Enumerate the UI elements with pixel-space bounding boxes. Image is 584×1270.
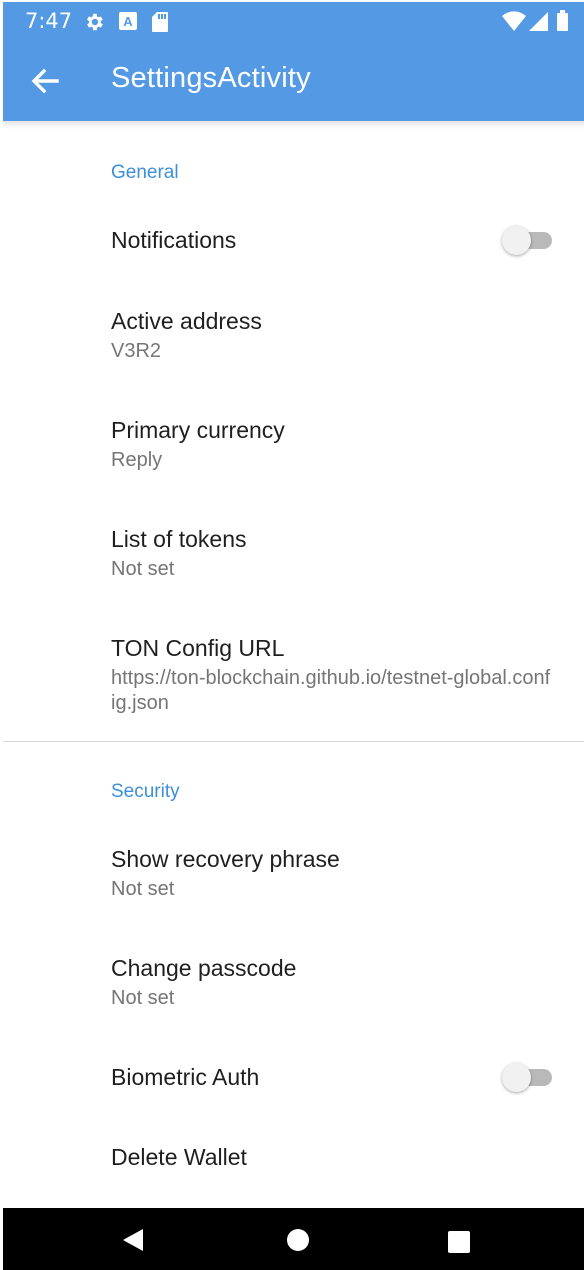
pref-title: Change passcode	[111, 955, 297, 981]
pref-summary: https://ton-blockchain.github.io/testnet…	[111, 667, 551, 714]
pref-title: Primary currency	[111, 417, 285, 443]
pref-notifications[interactable]: Notifications	[3, 201, 584, 279]
gear-icon	[83, 11, 105, 37]
pref-active-address[interactable]: Active address V3R2	[3, 291, 584, 391]
app-title: SettingsActivity	[111, 62, 311, 94]
pref-summary: Reply	[111, 449, 163, 471]
pref-title: List of tokens	[111, 526, 247, 552]
switch-thumb	[502, 226, 531, 255]
status-bar: 7:47 A	[3, 2, 584, 40]
sd-card-icon	[151, 11, 169, 37]
pref-summary: Not set	[111, 878, 175, 900]
app-bar-shadow	[3, 121, 584, 129]
pref-summary: Not set	[111, 558, 175, 580]
switch-thumb	[502, 1063, 531, 1092]
pref-list-of-tokens[interactable]: List of tokens Not set	[3, 509, 584, 609]
pref-ton-config-url[interactable]: TON Config URL https://ton-blockchain.gi…	[3, 618, 584, 738]
recents-square-icon[interactable]	[448, 1231, 470, 1257]
arrow-back-icon[interactable]	[27, 64, 63, 98]
app-bar: SettingsActivity	[3, 40, 584, 121]
wifi-icon	[502, 11, 526, 31]
section-header-general: General	[111, 162, 179, 183]
status-time: 7:47	[25, 9, 73, 33]
home-circle-icon[interactable]	[286, 1228, 310, 1256]
battery-icon	[557, 10, 568, 31]
pref-summary: V3R2	[111, 340, 162, 362]
pref-biometric-auth[interactable]: Biometric Auth	[3, 1047, 584, 1127]
a-badge-icon: A	[118, 11, 138, 35]
pref-title: Delete Wallet	[111, 1144, 247, 1170]
pref-change-passcode[interactable]: Change passcode Not set	[3, 938, 584, 1038]
pref-show-recovery-phrase[interactable]: Show recovery phrase Not set	[3, 829, 584, 929]
pref-title: Biometric Auth	[111, 1064, 260, 1090]
pref-title: Active address	[111, 308, 262, 334]
navigation-bar	[3, 1208, 584, 1270]
notifications-switch[interactable]	[502, 226, 552, 255]
pref-title: Notifications	[111, 227, 237, 253]
pref-delete-wallet[interactable]: Delete Wallet	[3, 1127, 584, 1207]
section-divider	[3, 741, 584, 742]
status-right-icons	[502, 9, 572, 37]
pref-title: Show recovery phrase	[111, 846, 340, 872]
section-header-security: Security	[111, 781, 180, 802]
pref-summary: Not set	[111, 987, 175, 1009]
biometric-auth-switch[interactable]	[502, 1063, 552, 1092]
back-triangle-icon[interactable]	[121, 1228, 145, 1256]
svg-text:A: A	[123, 14, 133, 29]
pref-primary-currency[interactable]: Primary currency Reply	[3, 400, 584, 500]
pref-title: TON Config URL	[111, 635, 285, 661]
signal-icon	[529, 12, 548, 31]
